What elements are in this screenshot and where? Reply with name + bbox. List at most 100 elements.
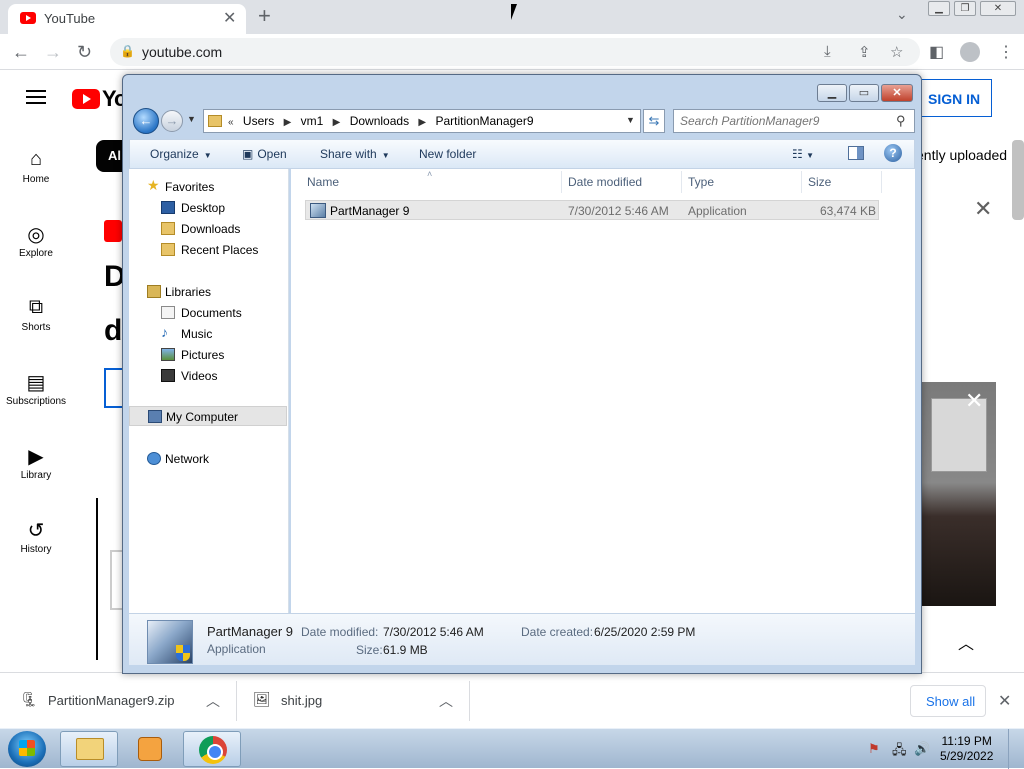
column-header-name[interactable]: Name <box>307 175 339 189</box>
forward-button[interactable]: → <box>161 110 183 132</box>
sidebar-item-subscriptions[interactable]: ▤ Subscriptions <box>0 370 72 407</box>
file-row[interactable]: PartManager 9 7/30/2012 5:46 AM Applicat… <box>305 200 879 220</box>
explorer-close-button[interactable]: ✕ <box>881 84 913 102</box>
breadcrumb-vm1[interactable]: vm1 <box>301 114 324 128</box>
taskbar-chrome[interactable] <box>183 731 241 767</box>
side-panel-icon[interactable]: ◧ <box>929 42 944 62</box>
menu-dots-icon[interactable]: ⋮ <box>998 42 1014 62</box>
show-desktop-button[interactable] <box>1008 729 1024 769</box>
breadcrumb-arrow-icon[interactable]: ▶ <box>418 117 426 128</box>
column-header-date-modified[interactable]: Date modified <box>568 175 642 189</box>
application-icon <box>310 203 326 218</box>
back-arrow-icon[interactable]: ← <box>12 42 30 63</box>
video-thumbnail[interactable]: ✕ <box>921 382 996 606</box>
sidebar-item-home[interactable]: ⌂ Home <box>0 148 72 185</box>
nav-my-computer[interactable]: My Computer <box>129 406 287 426</box>
hamburger-menu-icon[interactable] <box>26 90 46 104</box>
nav-libraries[interactable]: Libraries <box>129 282 287 302</box>
sidebar-item-shorts[interactable]: ⧉ Shorts <box>0 296 72 333</box>
reload-icon[interactable]: ↻ <box>77 42 92 63</box>
refresh-button[interactable]: ⇆ <box>643 109 665 133</box>
nav-music[interactable]: ♪ Music <box>129 324 287 344</box>
column-divider[interactable] <box>681 171 682 193</box>
restore-button[interactable]: ❐ <box>954 1 976 16</box>
close-window-button[interactable]: ✕ <box>980 1 1016 16</box>
nav-videos[interactable]: Videos <box>129 366 287 386</box>
lock-icon[interactable]: 🔒 <box>120 44 135 58</box>
banner-button[interactable] <box>104 368 124 408</box>
forward-arrow-icon[interactable]: → <box>44 42 62 63</box>
organize-button[interactable]: Organize ▼ <box>150 147 212 161</box>
start-button[interactable] <box>8 731 46 767</box>
nav-documents[interactable]: Documents <box>129 303 287 323</box>
nav-desktop[interactable]: Desktop <box>129 198 287 218</box>
tab-search-chevron-icon[interactable]: ⌄ <box>896 6 908 23</box>
share-icon[interactable]: ⇪ <box>858 43 871 61</box>
share-with-button[interactable]: Share with ▼ <box>320 147 390 161</box>
sidebar-item-history[interactable]: ↺ History <box>0 518 72 555</box>
nav-recent-places[interactable]: Recent Places <box>129 240 287 260</box>
breadcrumb-users[interactable]: Users <box>243 114 274 128</box>
explorer-titlebar[interactable]: ▁ ▭ ✕ <box>123 75 921 107</box>
page-scrollbar[interactable] <box>1012 140 1024 220</box>
search-icon[interactable]: ⚲ <box>896 113 906 129</box>
new-tab-button[interactable]: + <box>258 3 271 29</box>
column-divider[interactable] <box>801 171 802 193</box>
sign-in-button[interactable]: SIGN IN <box>916 79 992 117</box>
address-dropdown-icon[interactable]: ▼ <box>626 115 635 125</box>
taskbar-explorer[interactable] <box>60 731 118 767</box>
sidebar-item-library[interactable]: ▶ Library <box>0 444 72 481</box>
nav-favorites[interactable]: ★ Favorites <box>129 177 287 197</box>
column-header-type[interactable]: Type <box>688 175 714 189</box>
search-input[interactable] <box>680 113 890 129</box>
open-button[interactable]: ▣ Open <box>242 147 287 161</box>
nav-network[interactable]: Network <box>129 449 287 469</box>
breadcrumb-partitionmanager9[interactable]: PartitionManager9 <box>435 114 533 128</box>
breadcrumb-downloads[interactable]: Downloads <box>350 114 409 128</box>
new-folder-button[interactable]: New folder <box>419 147 476 161</box>
minimize-button[interactable]: ▁ <box>928 1 950 16</box>
youtube-logo-icon[interactable] <box>72 89 100 109</box>
explorer-search-box[interactable]: ⚲ <box>673 109 915 133</box>
breadcrumb-arrow-icon[interactable]: ▶ <box>333 117 341 128</box>
explorer-minimize-button[interactable]: ▁ <box>817 84 847 102</box>
chevron-up-icon[interactable]: ︿ <box>206 691 220 711</box>
explorer-maximize-button[interactable]: ▭ <box>849 84 879 102</box>
breadcrumb-arrow-icon[interactable]: ▶ <box>284 117 292 128</box>
chevron-up-icon[interactable]: ︿ <box>439 691 453 711</box>
action-center-icon[interactable]: ⚑ <box>868 741 880 757</box>
column-header-size[interactable]: Size <box>808 175 831 189</box>
bookmark-star-icon[interactable]: ☆ <box>890 43 903 61</box>
close-icon[interactable]: ✕ <box>965 388 983 414</box>
close-download-bar-icon[interactable]: ✕ <box>998 691 1011 711</box>
change-view-icon[interactable]: ☷ ▼ <box>792 147 814 161</box>
column-divider[interactable] <box>561 171 562 193</box>
download-item[interactable]: 🗜 PartitionManager9.zip ︿ <box>0 673 236 729</box>
address-bar[interactable]: 🔒 youtube.com ⤓ ⇪ ☆ <box>110 38 920 66</box>
help-icon[interactable]: ? <box>884 144 902 162</box>
network-tray-icon[interactable]: 🖧 <box>892 741 907 763</box>
profile-avatar[interactable] <box>960 42 980 62</box>
download-item[interactable]: 🖼 shit.jpg ︿ <box>237 673 469 729</box>
column-divider[interactable] <box>881 171 882 193</box>
show-all-button[interactable]: Show all <box>910 685 986 717</box>
chip-recently-uploaded[interactable]: ently uploaded <box>916 147 1007 163</box>
install-icon[interactable]: ⤓ <box>824 43 831 60</box>
volume-icon[interactable]: 🔊 <box>914 741 930 757</box>
nav-pictures[interactable]: Pictures <box>129 345 287 365</box>
taskbar-media-player[interactable] <box>120 731 178 767</box>
nav-downloads[interactable]: Downloads <box>129 219 287 239</box>
preview-pane-icon[interactable] <box>848 146 864 160</box>
windows-logo-icon <box>19 740 35 756</box>
tab-youtube[interactable]: YouTube ✕ <box>8 4 246 34</box>
explorer-address-bar[interactable]: « Users ▶ vm1 ▶ Downloads ▶ PartitionMan… <box>203 109 641 133</box>
sidebar-item-explore[interactable]: ◎ Explore <box>0 222 72 259</box>
folder-icon <box>208 115 222 127</box>
banner-close-icon[interactable]: ✕ <box>974 196 992 222</box>
system-clock[interactable]: 11:19 PM 5/29/2022 <box>940 734 993 764</box>
chevron-up-icon[interactable]: ︿ <box>958 630 974 654</box>
overflow-chevron-icon[interactable]: « <box>228 117 234 128</box>
recent-pages-dropdown-icon[interactable]: ▼ <box>187 114 196 124</box>
back-button[interactable]: ← <box>133 108 159 134</box>
tab-close-icon[interactable]: ✕ <box>223 8 236 28</box>
